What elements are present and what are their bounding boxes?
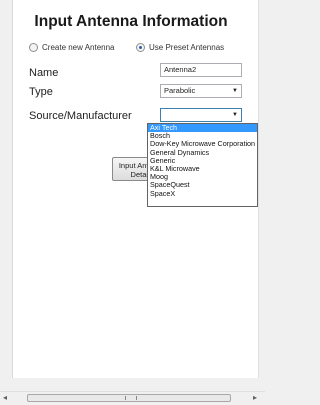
grip-icon (125, 396, 137, 400)
chevron-down-icon: ▼ (232, 88, 238, 94)
type-select[interactable]: Parabolic ▼ (160, 84, 242, 98)
source-manufacturer-label: Source/Manufacturer (29, 110, 132, 122)
page-title: Input Antenna Information (34, 13, 228, 30)
radio-selected-icon (136, 43, 145, 52)
create-new-antenna-radio[interactable]: Create new Antenna (29, 43, 115, 52)
chevron-down-icon: ▼ (232, 112, 238, 118)
source-manufacturer-dropdown-list[interactable]: Axi Tech Bosch Dow-Key Microwave Corpora… (147, 123, 258, 207)
horizontal-scroll-thumb[interactable] (27, 394, 231, 402)
arrow-left-icon[interactable]: ◂ (3, 393, 7, 402)
arrow-right-icon[interactable]: ▸ (253, 393, 257, 402)
radio-unselected-icon (29, 43, 38, 52)
type-value: Parabolic (164, 86, 196, 95)
horizontal-scrollbar[interactable]: ◂ ▸ (0, 391, 265, 405)
dropdown-option[interactable]: SpaceX (148, 189, 257, 198)
use-preset-antennas-radio[interactable]: Use Preset Antennas (136, 43, 224, 52)
use-preset-antennas-label: Use Preset Antennas (149, 43, 225, 52)
name-label: Name (29, 67, 59, 79)
vertical-scrollbar[interactable] (258, 0, 266, 378)
name-input[interactable]: Antenna2 (160, 63, 242, 77)
create-new-antenna-label: Create new Antenna (42, 43, 115, 52)
type-label: Type (29, 86, 53, 98)
source-manufacturer-select[interactable]: ▼ (160, 108, 242, 122)
